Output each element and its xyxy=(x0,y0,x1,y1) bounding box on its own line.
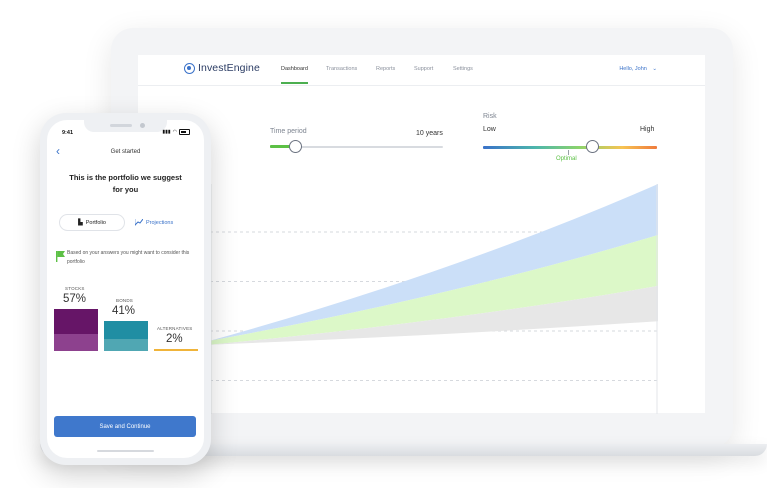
nav-settings[interactable]: Settings xyxy=(453,66,473,72)
home-indicator xyxy=(97,450,154,452)
risk-optimal-tick xyxy=(568,150,569,155)
stocks-label: STOCKS xyxy=(65,286,85,291)
headline: This is the portfolio we suggest for you xyxy=(69,173,182,194)
risk-low-label: Low xyxy=(483,126,496,133)
nav-reports[interactable]: Reports xyxy=(376,66,395,72)
user-menu[interactable]: Hello, John ⌄ xyxy=(619,66,657,72)
recommendation-hint: Based on your answers you might want to … xyxy=(67,250,190,265)
speaker xyxy=(110,124,132,127)
wifi-icon: ◠ xyxy=(172,129,177,135)
bonds-percent: 41% xyxy=(112,305,136,317)
alternatives-label: ALTERNATIVES xyxy=(157,326,193,331)
stocks-percent: 57% xyxy=(63,293,87,305)
screen-title: Get started xyxy=(110,149,141,155)
time-period-value: 10 years xyxy=(416,130,443,137)
status-time: 9:41 xyxy=(62,130,74,136)
save-and-continue-button[interactable]: Save and Continue xyxy=(54,416,196,437)
tab-portfolio[interactable]: ▙ Portfolio xyxy=(59,214,125,231)
chart-bars-icon: ▙ xyxy=(78,220,83,226)
alternatives-percent: 2% xyxy=(166,333,183,345)
top-nav: InvestEngine Dashboard Transactions Repo… xyxy=(138,55,705,86)
flag-icon xyxy=(56,251,65,262)
tab-portfolio-label: Portfolio xyxy=(85,219,106,226)
risk-track[interactable] xyxy=(483,146,657,149)
tab-projections-label: Projections xyxy=(146,219,174,226)
brand[interactable]: InvestEngine xyxy=(184,62,260,74)
camera xyxy=(140,123,145,128)
stocks-bar xyxy=(54,308,98,351)
nav-dashboard[interactable]: Dashboard xyxy=(281,66,308,72)
risk-label: Risk xyxy=(483,113,497,120)
brand-name: InvestEngine xyxy=(198,62,260,74)
risk-high-label: High xyxy=(640,126,655,133)
risk-optimal-label: Optimal xyxy=(556,156,577,162)
brand-logo-icon xyxy=(184,62,195,74)
bonds-bar xyxy=(104,320,148,351)
time-period-label: Time period xyxy=(270,128,307,135)
chevron-down-icon: ⌄ xyxy=(652,66,657,72)
status-icons: ▮▮▮ ◠ xyxy=(162,129,190,135)
nav-transactions[interactable]: Transactions xyxy=(326,66,357,72)
alternatives-bar xyxy=(154,349,198,351)
projection-chart xyxy=(210,184,658,414)
line-chart-icon xyxy=(135,219,143,226)
phone-screen: 9:41 ▮▮▮ ◠ ‹ Get started This is the por… xyxy=(47,120,204,458)
nav-support[interactable]: Support xyxy=(414,66,433,72)
active-tab-indicator xyxy=(281,82,308,84)
battery-icon xyxy=(179,129,190,135)
user-greeting: Hello, John xyxy=(619,66,647,72)
phone-notch xyxy=(84,120,167,132)
tab-projections[interactable]: Projections xyxy=(135,214,173,231)
bonds-label: BONDS xyxy=(116,298,134,303)
signal-icon: ▮▮▮ xyxy=(162,129,171,135)
